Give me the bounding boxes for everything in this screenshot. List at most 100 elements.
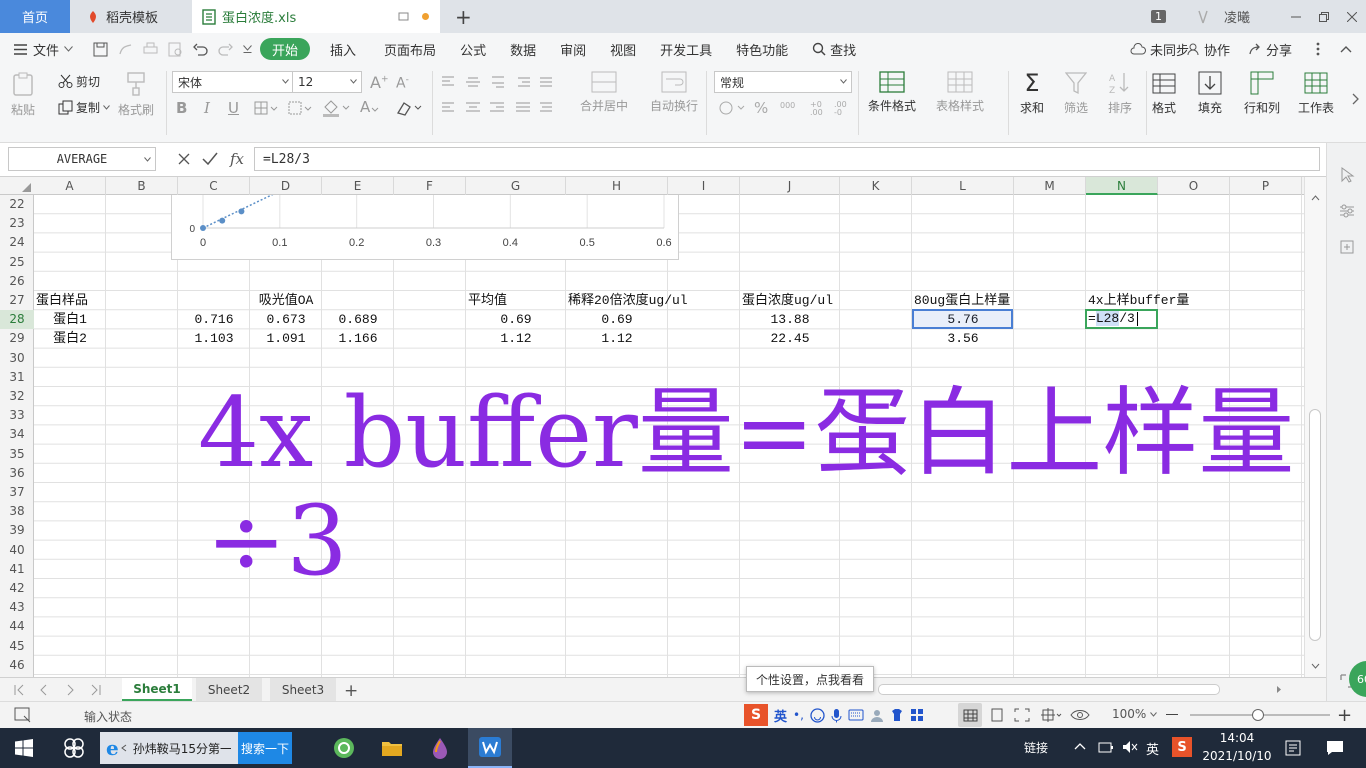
punctuation-icon[interactable]: •, (793, 708, 804, 722)
font-name-select[interactable]: 宋体 (172, 71, 294, 93)
conditional-format-button[interactable]: 条件格式 (868, 71, 916, 114)
toolbox-icon[interactable] (910, 708, 924, 722)
row-header-35[interactable]: 35 (0, 445, 34, 464)
macro-record-icon[interactable] (14, 707, 32, 723)
cut-button[interactable]: 剪切 (58, 73, 100, 90)
column-header-A[interactable]: A (34, 177, 106, 195)
currency-icon[interactable]: % 000 +0.00.00 -0 (718, 99, 848, 117)
wps-taskbar-icon[interactable] (468, 728, 512, 768)
increase-font-icon[interactable]: A+ (370, 73, 389, 92)
undo-icon[interactable] (193, 42, 208, 57)
cell-D29[interactable]: 1.091 (252, 329, 320, 348)
insert-function-icon[interactable]: fx (230, 150, 244, 168)
volume-mute-icon[interactable] (1122, 740, 1138, 754)
sort-button[interactable]: AZ 排序 (1108, 71, 1132, 116)
paint-drop-icon[interactable] (418, 728, 462, 768)
zoom-slider-handle[interactable] (1252, 709, 1264, 721)
filter-button[interactable]: 筛选 (1064, 71, 1088, 116)
row-header-39[interactable]: 39 (0, 521, 34, 540)
tab-document[interactable]: 蛋白浓度.xls (192, 0, 440, 33)
cell-C29[interactable]: 1.103 (180, 329, 248, 348)
clear-format-icon[interactable] (394, 99, 422, 117)
tab-home[interactable]: 首页 (0, 0, 70, 33)
name-box[interactable]: AVERAGE (8, 147, 156, 171)
windows-start-icon[interactable] (0, 728, 48, 768)
cell-G28[interactable]: 0.69 (468, 310, 564, 329)
normal-view-icon[interactable] (958, 703, 982, 727)
menu-start[interactable]: 开始 (260, 38, 311, 60)
row-header-43[interactable]: 43 (0, 598, 34, 617)
vertical-scrollbar[interactable] (1304, 177, 1326, 677)
font-color-icon[interactable]: A (360, 98, 382, 116)
cell-J29[interactable]: 22.45 (742, 329, 838, 348)
horizontal-scroll-thumb[interactable] (878, 684, 1220, 695)
tray-expand-icon[interactable] (1074, 742, 1086, 750)
cell-L29[interactable]: 3.56 (914, 329, 1012, 348)
align-left-icon[interactable] (440, 101, 552, 115)
border-icon[interactable] (254, 101, 278, 115)
row-col-button[interactable]: 行和列 (1244, 71, 1280, 116)
task-view-icon[interactable] (52, 728, 96, 768)
column-header-H[interactable]: H (566, 177, 668, 195)
fill-color-icon[interactable] (322, 99, 350, 117)
scroll-down-icon[interactable] (1311, 663, 1320, 669)
column-header-K[interactable]: K (840, 177, 912, 195)
collapse-ribbon-icon[interactable] (1340, 45, 1352, 53)
embedded-chart[interactable]: 0 0.1 0.2 0.3 0.4 0.5 0.6 0 0.1 (171, 195, 679, 260)
menu-page-layout[interactable]: 页面布局 (368, 33, 448, 65)
notification-icon[interactable] (1326, 740, 1344, 756)
page-badge[interactable]: 1 (1151, 0, 1166, 33)
first-sheet-icon[interactable] (14, 684, 104, 696)
ime-lang-label[interactable]: 英 (774, 706, 787, 725)
reading-view-icon[interactable] (1040, 707, 1062, 723)
sheet-tab-2[interactable]: Sheet2 (196, 678, 262, 701)
clock-date[interactable]: 2021/10/10 (1196, 749, 1278, 763)
row-header-40[interactable]: 40 (0, 541, 34, 560)
more-options-icon[interactable] (1316, 42, 1320, 56)
cell-D27[interactable]: 吸光值OA (178, 291, 394, 310)
cell-L27[interactable]: 80ug蛋白上样量 (914, 291, 1084, 310)
cell-E29[interactable]: 1.166 (324, 329, 392, 348)
ribbon-scroll-icon[interactable] (1352, 93, 1360, 105)
row-header-24[interactable]: 24 (0, 233, 34, 252)
row-header-42[interactable]: 42 (0, 579, 34, 598)
font-size-select[interactable]: 12 (292, 71, 362, 93)
row-header-22[interactable]: 22 (0, 195, 34, 214)
emoji-icon[interactable] (810, 707, 825, 723)
row-header-27[interactable]: 27 (0, 291, 34, 310)
search-command[interactable]: 查找 (800, 33, 868, 65)
wrap-text-button[interactable]: 自动换行 (650, 71, 698, 114)
speed-badge-icon[interactable]: 60 (1349, 661, 1366, 697)
column-header-C[interactable]: C (178, 177, 250, 195)
minimize-icon[interactable] (1282, 12, 1310, 22)
file-explorer-icon[interactable] (370, 728, 414, 768)
column-header-N[interactable]: N (1086, 177, 1158, 195)
taskbar-search-box[interactable]: e 孙炜鞍马15分第一 搜索一下 (100, 732, 292, 764)
share-button[interactable]: 分享 (1242, 33, 1298, 65)
row-header-32[interactable]: 32 (0, 387, 34, 406)
fill-button[interactable]: 填充 (1198, 71, 1222, 116)
page-break-icon[interactable] (1014, 708, 1030, 722)
row-header-37[interactable]: 37 (0, 483, 34, 502)
page-view-icon[interactable] (990, 708, 1004, 722)
copy-button[interactable]: 复制 (58, 99, 110, 116)
scroll-up-icon[interactable] (1311, 195, 1320, 201)
user-ime-icon[interactable] (870, 708, 884, 722)
worksheet-button[interactable]: 工作表 (1298, 71, 1334, 116)
row-header-30[interactable]: 30 (0, 349, 34, 368)
row-header-31[interactable]: 31 (0, 368, 34, 387)
scroll-thumb[interactable] (1309, 409, 1321, 641)
column-header-E[interactable]: E (322, 177, 394, 195)
cell-E28[interactable]: 0.689 (324, 310, 392, 329)
cell-N27[interactable]: 4x上样buffer量 (1088, 291, 1228, 310)
align-top-icon[interactable] (440, 75, 552, 89)
row-header-45[interactable]: 45 (0, 637, 34, 656)
clock-time[interactable]: 14:04 (1204, 731, 1270, 745)
tray-ime-label[interactable]: 英 (1146, 739, 1159, 758)
menu-features[interactable]: 特色功能 (724, 33, 800, 65)
menu-formulas[interactable]: 公式 (448, 33, 498, 65)
column-header-B[interactable]: B (106, 177, 178, 195)
tab-template[interactable]: 稻壳模板 (74, 0, 190, 33)
cell-J28[interactable]: 13.88 (742, 310, 838, 329)
cell-J27[interactable]: 蛋白浓度ug/ul (742, 291, 910, 310)
